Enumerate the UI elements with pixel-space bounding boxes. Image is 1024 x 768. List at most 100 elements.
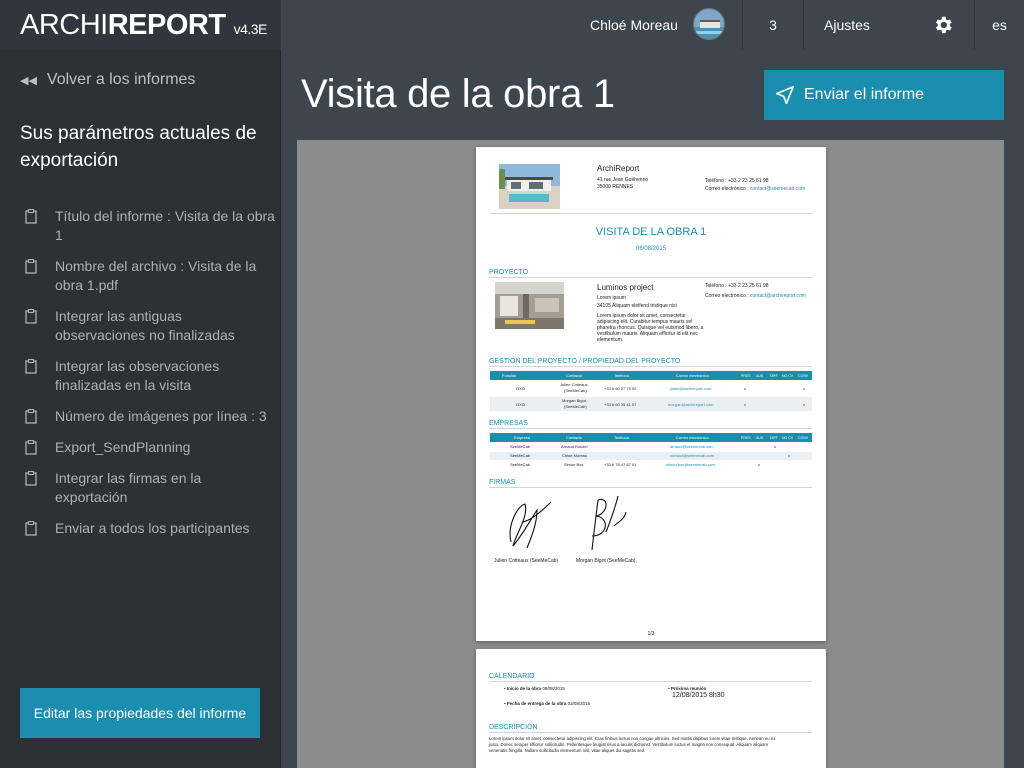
project-phone: Teléfono : +33 2 23 25 61 98 <box>705 283 769 289</box>
cell-contact: (SeeMeCab) <box>564 388 587 393</box>
project-info-line: Lorem ipsum <box>597 295 626 301</box>
param-label: Título del informe : Visita de la obra 1 <box>55 208 275 243</box>
management-table-header: Función Contacto Teléfono Correo electró… <box>490 371 812 380</box>
param-item: Nombre del archivo : Visita de la obra 1… <box>20 257 275 295</box>
column-header: Contacto <box>566 373 583 378</box>
company-photo <box>499 164 560 209</box>
param-item: Export_SendPlanning <box>20 438 275 457</box>
brand-logo: ARCHIREPORT v4.3E <box>20 9 267 42</box>
report-preview[interactable]: ArchiReport 41 rue Jean Guéhenno 35000 R… <box>297 140 1004 768</box>
cell-mark: x <box>803 402 805 407</box>
back-to-reports-link[interactable]: ◀◀ Volver a los informes <box>20 71 195 89</box>
section-signatures-heading: FIRMAS <box>489 479 516 486</box>
divider <box>489 732 812 733</box>
project-name: Luminos project <box>597 283 654 292</box>
clipboard-icon <box>25 471 37 486</box>
company-address-line: 35000 RENNES <box>597 184 634 190</box>
cell-mark: x <box>788 453 790 458</box>
project-photo <box>495 282 564 329</box>
column-header: Correo electrónico <box>676 435 709 440</box>
column-header: PRES <box>741 374 751 378</box>
cell-function: OXO <box>516 386 525 391</box>
column-header: DIFF <box>770 374 778 378</box>
language-selector[interactable]: es <box>975 17 1024 33</box>
send-report-button[interactable]: Enviar el informe <box>764 70 1004 120</box>
section-calendar-heading: CALENDARIO <box>489 673 535 680</box>
brand-name-bold: REPORT <box>107 9 226 41</box>
section-project-heading: PROYECTO <box>489 269 529 276</box>
edit-report-properties-button[interactable]: Editar las propiedades del informe <box>20 688 260 738</box>
page-title: Visita de la obra 1 <box>301 72 615 116</box>
signature-image <box>591 495 627 551</box>
cell-contact: (SeeMeCab) <box>564 404 587 409</box>
rewind-icon: ◀◀ <box>20 75 37 87</box>
column-header: Empresa <box>514 435 531 440</box>
divider <box>489 428 812 429</box>
cell-mark: x <box>803 386 805 391</box>
cell-contact: Simon Bos <box>564 462 584 467</box>
cell-mark: x <box>774 444 776 449</box>
cell-phone: +33 6 60 07 79 92 <box>604 386 637 391</box>
column-header: AUS <box>756 374 764 378</box>
divider <box>489 681 812 682</box>
report-page-2: CALENDARIO • Inicio de la obra 06/08/201… <box>476 649 826 768</box>
section-description-heading: DESCRIPCIÓN <box>489 724 538 731</box>
clipboard-icon <box>25 359 37 374</box>
version-label: v4.3E <box>233 21 268 37</box>
app-window: ARCHIREPORT v4.3E Chloé Moreau 3 Ajustes … <box>0 0 1024 768</box>
project-info-line: 34105 Aliquam eleifend tristique nisi <box>597 303 677 309</box>
main-panel: Visita de la obra 1 Enviar el informe Ar… <box>281 50 1024 768</box>
column-header: CONV <box>798 374 809 378</box>
section-companies-heading: EMPRESAS <box>489 420 528 427</box>
cell-email: julien@archireport.com <box>670 386 712 391</box>
company-phone: Teléfono : +33 2 23 25 61 98 <box>705 178 769 184</box>
param-item: Integrar las observaciones finalizadas e… <box>20 357 275 395</box>
calendar-label: Próxima reunión <box>670 686 707 691</box>
brand-name-light: ARCHI <box>20 9 108 41</box>
param-item: Integrar las firmas en la exportación <box>20 469 275 507</box>
cell-contact: Chloé Moreau <box>562 453 588 458</box>
column-header: DIFF <box>770 436 778 440</box>
clipboard-icon <box>25 409 37 424</box>
brand-area: ARCHIREPORT v4.3E <box>0 0 281 50</box>
sidebar: ◀◀ Volver a los informes Sus parámetros a… <box>0 50 281 768</box>
calendar-value: 06/08/2015 <box>542 686 565 691</box>
param-item: Título del informe : Visita de la obra 1 <box>20 207 275 245</box>
back-label: Volver a los informes <box>46 71 196 88</box>
clipboard-icon <box>25 259 37 274</box>
cell-company: SeeMeCab <box>510 462 531 467</box>
signature-name: Morgan Bigot (SeeMeCab) <box>576 558 636 564</box>
cell-phone: +33 6 78 47 87 01 <box>604 462 637 467</box>
param-label: Export_SendPlanning <box>55 439 191 455</box>
notification-count[interactable]: 3 <box>743 17 803 33</box>
column-header: PRES <box>741 436 751 440</box>
divider <box>490 213 812 214</box>
project-description-line: elementum. <box>597 337 624 343</box>
param-label: Número de imágenes por línea : 3 <box>55 408 267 424</box>
avatar[interactable] <box>693 8 725 40</box>
calendar-label: Inicio de la obra <box>506 686 542 691</box>
cell-email: arnaud@seemecab.com <box>670 444 714 449</box>
user-name[interactable]: Chloé Moreau <box>590 17 678 33</box>
column-header: Contacto <box>566 435 583 440</box>
cell-email: contact@seemecab.com <box>670 453 715 458</box>
cell-contact: Arnaud Rouzel <box>561 444 588 449</box>
table-row: SeeMeCab Arnaud Rouzel arnaud@seemecab.c… <box>490 443 812 451</box>
export-settings-title: Sus parámetros actuales de exportación <box>20 123 257 171</box>
send-icon <box>775 85 795 105</box>
clipboard-icon <box>25 521 37 536</box>
page-number: 1/3 <box>647 631 655 637</box>
divider <box>803 0 804 50</box>
settings-link[interactable]: Ajustes <box>824 17 870 33</box>
company-email-link: contact@seemecab.com <box>750 186 806 192</box>
table-row: SeeMeCab Simon Bos +33 6 78 47 87 01 sim… <box>490 461 812 469</box>
report-page-1: ArchiReport 41 rue Jean Guéhenno 35000 R… <box>476 147 826 641</box>
gear-icon[interactable] <box>932 14 954 36</box>
param-label: Nombre del archivo : Visita de la obra 1… <box>55 258 257 293</box>
column-header: NO CV <box>782 436 794 440</box>
project-email-link: contact@archireport.com <box>750 293 806 299</box>
divider <box>489 366 812 367</box>
cell-email: morgan@archireport.com <box>668 402 714 407</box>
clipboard-icon <box>25 440 37 455</box>
company-name: ArchiReport <box>597 164 640 173</box>
